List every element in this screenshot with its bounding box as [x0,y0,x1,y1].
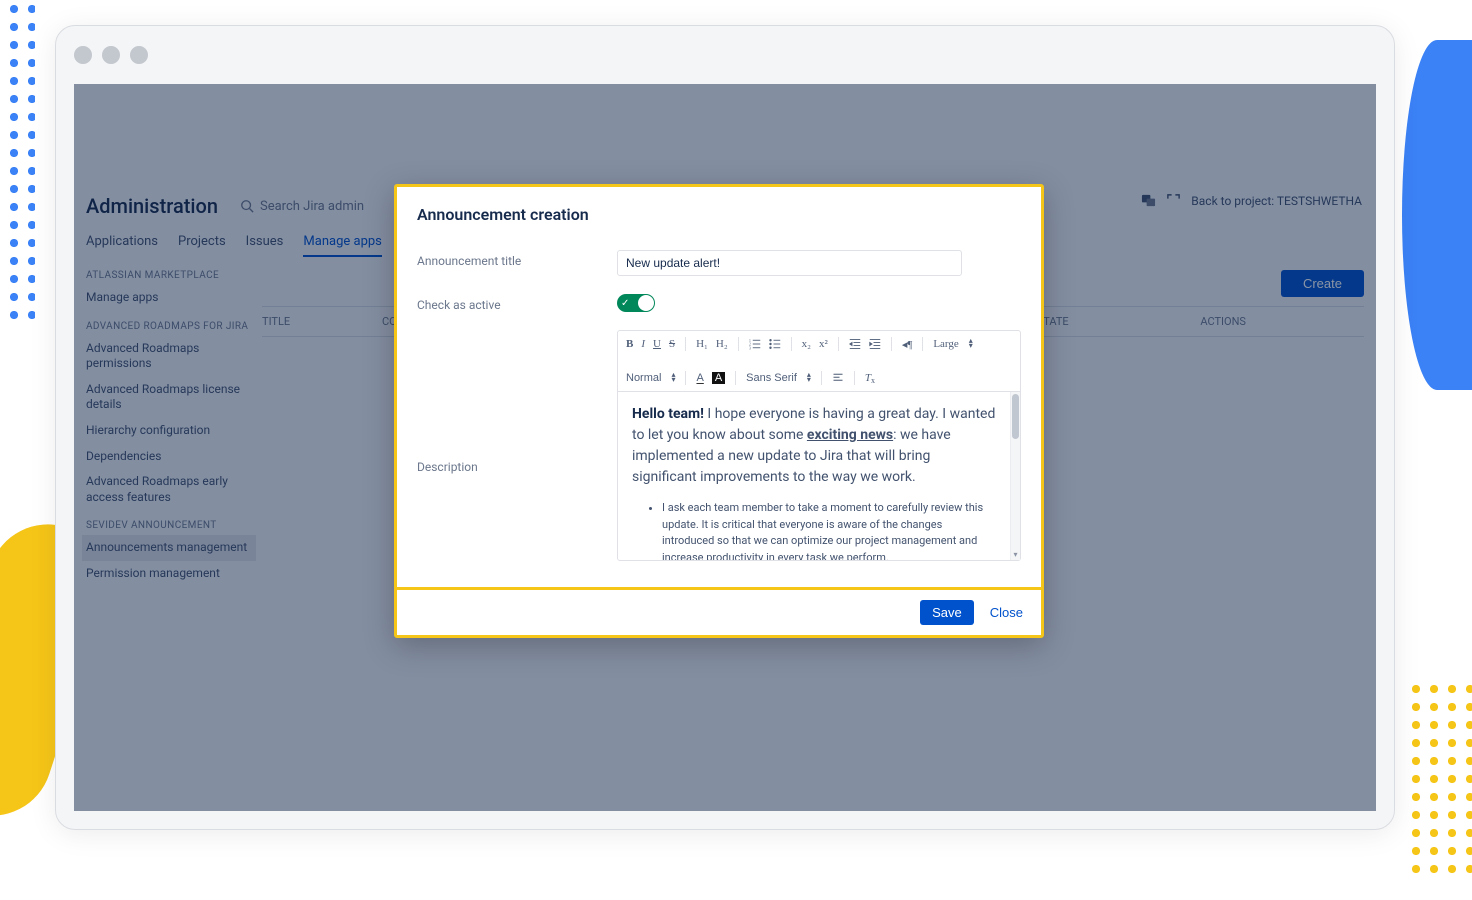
editor-content[interactable]: Hello team! I hope everyone is having a … [618,392,1010,560]
check-icon: ✓ [621,298,629,309]
exciting-news-text: exciting news [807,427,893,443]
description-label: Description [417,330,617,561]
italic-button[interactable]: I [641,338,645,350]
modal-title: Announcement creation [417,205,1021,224]
announcement-title-label: Announcement title [417,250,617,276]
chevron-updown-icon: ▴▾ [969,339,973,349]
clear-format-button[interactable]: Tx [865,372,875,384]
editor-toolbar: B I U S H₁ H₂ [618,331,1020,392]
decor-blob-tr [1402,40,1472,390]
indent-button[interactable] [869,338,881,350]
rtl-button[interactable]: ◂¶ [902,338,913,351]
check-as-active-label: Check as active [417,294,617,312]
h1-button[interactable]: H₁ [696,338,708,350]
announcement-title-input[interactable] [617,250,962,276]
chevron-updown-icon: ▴▾ [671,373,675,383]
font-family-select[interactable]: Sans Serif ▴▾ [746,372,811,384]
browser-frame: Administration Search Jira admin Back to… [55,25,1395,830]
ordered-list-button[interactable]: 123 [749,338,761,350]
close-button[interactable]: Close [990,605,1023,620]
underline-button[interactable]: U [653,338,661,350]
active-toggle[interactable]: ✓ [617,294,655,312]
font-color-button[interactable]: A [696,372,703,384]
outdent-button[interactable] [849,338,861,350]
rich-text-editor: B I U S H₁ H₂ [617,330,1021,561]
editor-scrollbar[interactable]: ▾ [1010,392,1020,560]
bullet-1: I ask each team member to take a moment … [662,500,996,560]
decor-dots-tl [0,0,50,320]
highlight-button[interactable]: A [712,372,725,384]
scroll-down-icon[interactable]: ▾ [1011,550,1020,558]
bullet-list-button[interactable] [769,338,781,350]
announcement-creation-modal: Announcement creation Announcement title… [394,184,1044,638]
scrollbar-thumb[interactable] [1012,394,1019,439]
viewport: Administration Search Jira admin Back to… [74,84,1376,811]
bold-button[interactable]: B [626,338,633,350]
modal-footer: Save Close [397,589,1041,635]
greeting-text: Hello team! [632,406,704,422]
h2-button[interactable]: H₂ [716,338,728,350]
chevron-updown-icon: ▴▾ [807,373,811,383]
subscript-button[interactable]: x₂ [802,338,811,350]
align-button[interactable] [832,372,844,384]
svg-text:3: 3 [749,346,751,350]
decor-dots-br [1407,680,1472,880]
heading-size-select[interactable]: Large ▴▾ [933,338,972,350]
browser-traffic-lights [56,26,1394,74]
strike-button[interactable]: S [669,338,675,350]
superscript-button[interactable]: x² [819,338,828,350]
save-button[interactable]: Save [920,600,974,625]
paragraph-style-select[interactable]: Normal ▴▾ [626,372,675,384]
